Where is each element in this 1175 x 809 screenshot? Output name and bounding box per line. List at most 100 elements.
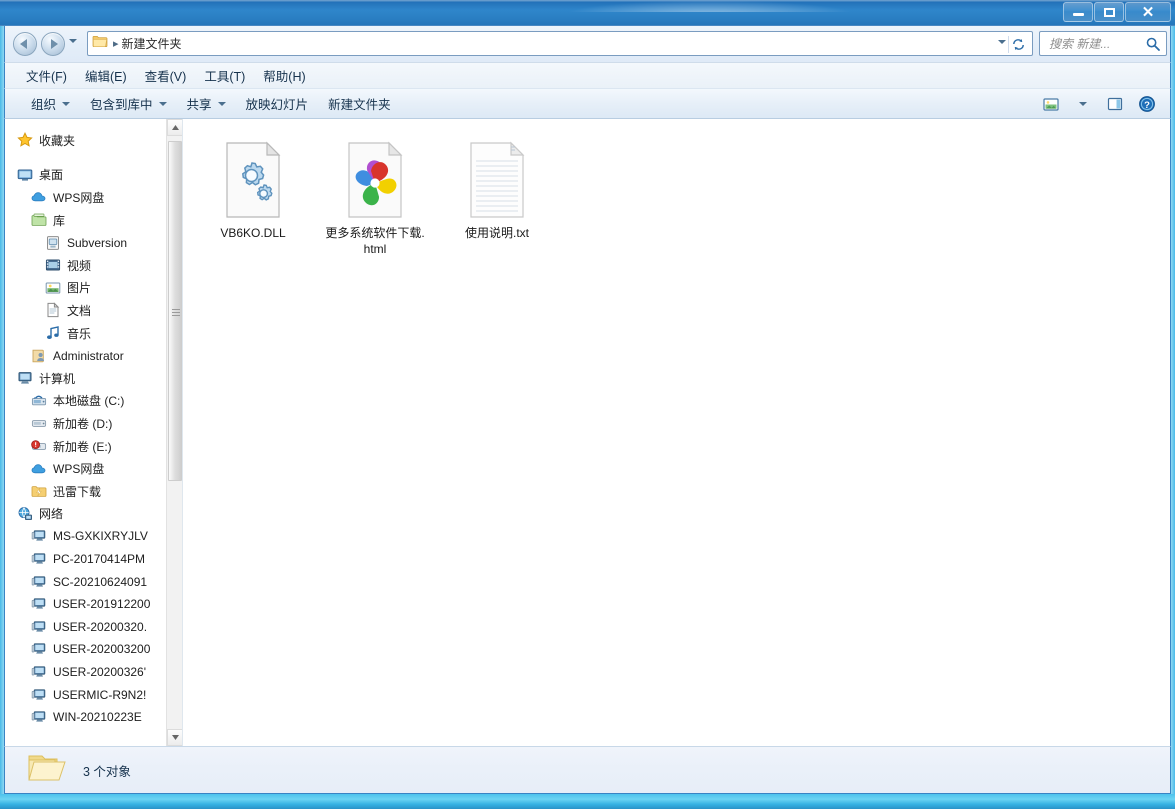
refresh-icon — [1013, 39, 1024, 50]
back-button[interactable] — [13, 32, 37, 56]
chevron-down-icon — [998, 40, 1006, 44]
sidebar-item[interactable]: 图片 — [5, 277, 182, 300]
sidebar-item[interactable]: 视频 — [5, 254, 182, 277]
sidebar-item[interactable]: USER-202003200 — [5, 638, 182, 661]
sidebar-item[interactable]: Subversion — [5, 231, 182, 254]
sidebar-item[interactable]: 迅雷下载 — [5, 480, 182, 503]
sidebar-item-label: 图片 — [67, 281, 92, 296]
sidebar-item-label: 新加卷 (D:) — [53, 416, 113, 431]
arrow-right-icon — [51, 39, 58, 49]
search-box[interactable] — [1039, 31, 1167, 56]
menu-item-view[interactable]: 查看(V) — [136, 63, 196, 88]
toolbar-organize-button[interactable]: 组织 — [21, 90, 80, 117]
sidebar-item[interactable]: 计算机 — [5, 367, 182, 390]
preview-pane-button[interactable] — [1102, 92, 1128, 116]
toolbar-include-in-library-button[interactable]: 包含到库中 — [80, 90, 177, 117]
refresh-button[interactable] — [1008, 36, 1028, 53]
folder-icon — [92, 33, 108, 54]
file-item[interactable]: VB6KO.DLL — [201, 137, 305, 263]
sidebar-item[interactable]: WPS网盘 — [5, 186, 182, 209]
scrollbar-grip — [172, 307, 180, 316]
music-icon — [45, 325, 61, 341]
maximize-button[interactable] — [1094, 2, 1124, 22]
scroll-down-button[interactable] — [167, 729, 182, 746]
window-frame-right — [1171, 26, 1175, 794]
drive-warning-icon — [31, 438, 47, 454]
forward-button[interactable] — [41, 32, 65, 56]
sidebar-item[interactable]: USERMIC-R9N2! — [5, 683, 182, 706]
chevron-down-icon — [1079, 102, 1087, 106]
toolbar-right-group: ? — [1038, 92, 1160, 116]
sidebar-item[interactable]: WIN-20210223E — [5, 706, 182, 729]
scroll-up-button[interactable] — [167, 119, 182, 136]
recent-pages-button[interactable] — [69, 39, 81, 51]
breadcrumb-current-folder[interactable]: 新建文件夹 — [122, 35, 182, 52]
sidebar-item[interactable]: PC-20170414PM — [5, 548, 182, 571]
pictures-icon — [45, 280, 61, 296]
sidebar-item[interactable]: 音乐 — [5, 322, 182, 345]
toolbar-share-button[interactable]: 共享 — [177, 90, 236, 117]
sidebar-item[interactable]: SC-20210624091 — [5, 570, 182, 593]
sidebar-item[interactable]: 本地磁盘 (C:) — [5, 390, 182, 413]
star-icon — [17, 132, 33, 148]
help-icon: ? — [1139, 96, 1155, 112]
dll-gears-icon — [221, 141, 285, 219]
toolbar-new-folder-label: 新建文件夹 — [328, 98, 391, 112]
menu-item-tools[interactable]: 工具(T) — [195, 63, 254, 88]
menu-item-file[interactable]: 文件(F) — [17, 63, 76, 88]
navigation-pane: 收藏夹 桌面 WPS网盘库 Subversion 视频 图片 文档 音乐 Administrat… — [5, 119, 183, 746]
sidebar-item[interactable]: 收藏夹 — [5, 129, 182, 152]
sidebar-item[interactable]: 桌面 — [5, 164, 182, 187]
file-item[interactable]: 使用说明.txt — [445, 137, 549, 263]
scrollbar-thumb[interactable] — [168, 141, 182, 481]
sidebar-item-label: 收藏夹 — [39, 133, 76, 148]
status-text: 3 个对象 — [83, 764, 131, 779]
sidebar-item[interactable]: MS-GXKIXRYJLV — [5, 525, 182, 548]
sidebar-item[interactable]: 网络 — [5, 503, 182, 526]
file-list-pane[interactable]: VB6KO.DLL 更多系统软件下载.html 使用说明.txt — [183, 119, 1170, 746]
sidebar-item-label: Administrator — [53, 348, 124, 363]
sidebar-item-label: 库 — [53, 213, 66, 228]
chevron-down-icon — [158, 101, 167, 106]
toolbar-slideshow-button[interactable]: 放映幻灯片 — [236, 90, 319, 117]
sidebar-item[interactable]: WPS网盘 — [5, 457, 182, 480]
sidebar-item-label: MS-GXKIXRYJLV — [53, 529, 148, 544]
pc-icon — [31, 687, 47, 703]
change-view-dropdown-button[interactable] — [1070, 92, 1096, 116]
toolbar-share-label: 共享 — [186, 98, 212, 112]
video-icon — [45, 257, 61, 273]
arrow-left-icon — [20, 39, 27, 49]
sidebar-item[interactable]: 新加卷 (E:) — [5, 435, 182, 458]
sidebar-item[interactable]: 文档 — [5, 299, 182, 322]
chevron-down-icon — [69, 39, 77, 43]
file-item[interactable]: 更多系统软件下载.html — [323, 137, 427, 263]
minimize-button[interactable] — [1063, 2, 1093, 22]
menu-item-help[interactable]: 帮助(H) — [254, 63, 314, 88]
folder-tree: 收藏夹 桌面 WPS网盘库 Subversion 视频 图片 文档 音乐 Administrat… — [5, 119, 182, 728]
sidebar-item-label: USER-20200326' — [53, 664, 147, 679]
sidebar-item[interactable]: USER-20200320. — [5, 615, 182, 638]
address-dropdown-button[interactable] — [998, 40, 1006, 44]
help-button[interactable]: ? — [1134, 92, 1160, 116]
computer-icon — [17, 370, 33, 386]
sidebar-item[interactable]: 新加卷 (D:) — [5, 412, 182, 435]
breadcrumb-separator: ▸ — [113, 38, 119, 50]
menu-item-edit[interactable]: 编辑(E) — [76, 63, 136, 88]
search-input[interactable] — [1047, 35, 1145, 52]
change-view-button[interactable] — [1038, 92, 1064, 116]
maximize-icon — [1095, 3, 1123, 21]
sidebar-item-label: 新加卷 (E:) — [53, 439, 112, 454]
sidebar-item-label: USERMIC-R9N2! — [53, 687, 147, 702]
sidebar-item[interactable]: USER-20200326' — [5, 661, 182, 684]
text-file-icon — [465, 141, 529, 219]
command-toolbar: 组织 包含到库中 共享 放映幻灯片 新建文件夹 ? — [4, 88, 1171, 119]
sidebar-item[interactable]: 库 — [5, 209, 182, 232]
sidebar-item[interactable]: USER-201912200 — [5, 593, 182, 616]
address-bar[interactable]: ▸ 新建文件夹 — [87, 31, 1033, 56]
close-button[interactable]: ✕ — [1125, 2, 1171, 22]
sidebar-item[interactable]: Administrator — [5, 344, 182, 367]
sidebar-item-label: WPS网盘 — [53, 190, 105, 205]
toolbar-new-folder-button[interactable]: 新建文件夹 — [318, 90, 401, 117]
nav-pane-scrollbar[interactable] — [166, 119, 182, 746]
